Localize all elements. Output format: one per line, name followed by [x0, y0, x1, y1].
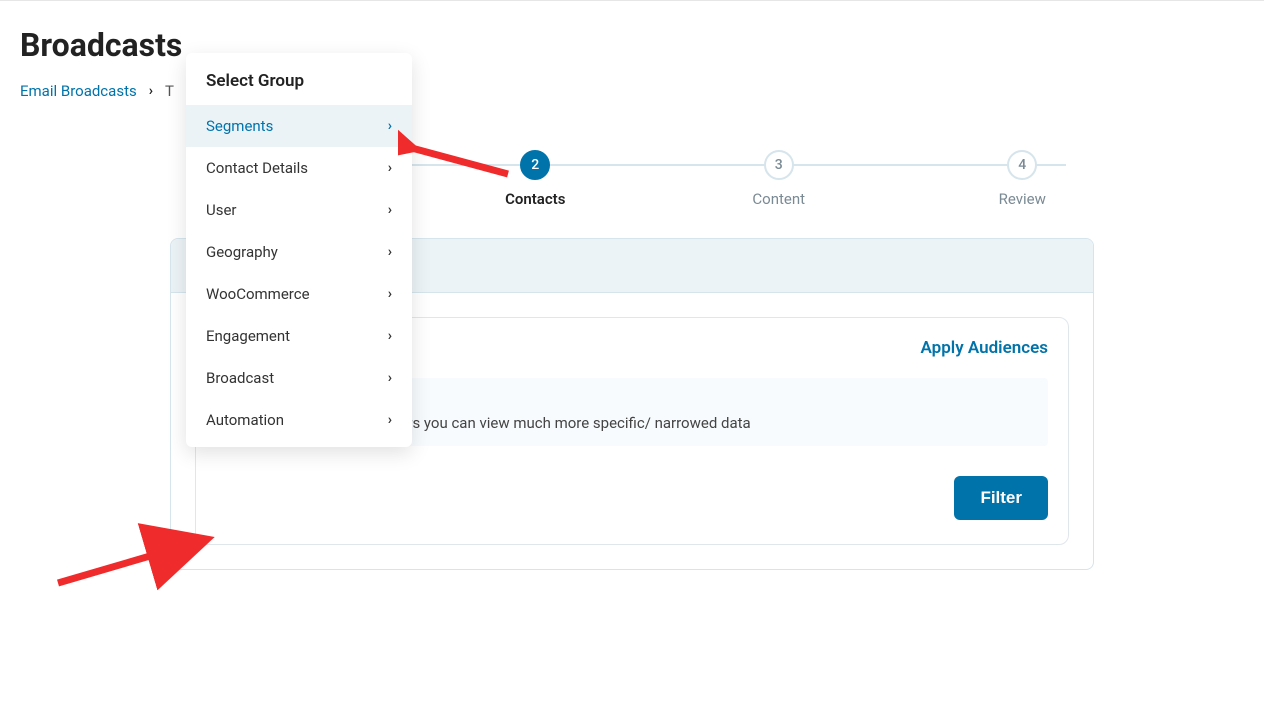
step-circle: 2	[520, 150, 550, 180]
dropdown-item-label: Segments	[206, 117, 273, 135]
dropdown-item-user[interactable]: User ›	[186, 189, 412, 231]
dropdown-item-label: Broadcast	[206, 369, 274, 387]
select-group-dropdown: Select Group Segments › Contact Details …	[186, 53, 412, 447]
dropdown-item-label: Contact Details	[206, 159, 308, 177]
step-4[interactable]: 4 Review	[901, 150, 1145, 208]
chevron-right-icon: ›	[149, 83, 153, 99]
dropdown-item-label: Engagement	[206, 327, 290, 345]
breadcrumb-root[interactable]: Email Broadcasts	[20, 82, 137, 100]
dropdown-item-segments[interactable]: Segments ›	[186, 105, 412, 147]
chevron-right-icon: ›	[388, 328, 392, 344]
dropdown-item-label: WooCommerce	[206, 285, 310, 303]
chevron-right-icon: ›	[388, 202, 392, 218]
dropdown-item-label: Automation	[206, 411, 284, 429]
chevron-right-icon: ›	[388, 286, 392, 302]
dropdown-item-label: Geography	[206, 243, 278, 261]
step-circle: 3	[764, 150, 794, 180]
chevron-right-icon: ›	[388, 244, 392, 260]
step-2[interactable]: 2 Contacts	[414, 150, 658, 208]
step-label: Contacts	[414, 190, 658, 208]
dropdown-item-automation[interactable]: Automation ›	[186, 399, 412, 441]
chevron-right-icon: ›	[388, 412, 392, 428]
chevron-right-icon: ›	[388, 118, 392, 134]
step-3[interactable]: 3 Content	[657, 150, 901, 208]
step-label: Review	[901, 190, 1145, 208]
apply-audiences-link[interactable]: Apply Audiences	[921, 338, 1048, 358]
dropdown-item-broadcast[interactable]: Broadcast ›	[186, 357, 412, 399]
dropdown-item-contact-details[interactable]: Contact Details ›	[186, 147, 412, 189]
step-circle: 4	[1007, 150, 1037, 180]
dropdown-header: Select Group	[186, 53, 412, 105]
step-label: Content	[657, 190, 901, 208]
dropdown-item-woocommerce[interactable]: WooCommerce ›	[186, 273, 412, 315]
breadcrumb-current: T	[165, 82, 174, 100]
chevron-right-icon: ›	[388, 370, 392, 386]
dropdown-item-label: User	[206, 201, 237, 219]
dropdown-item-geography[interactable]: Geography ›	[186, 231, 412, 273]
dropdown-item-engagement[interactable]: Engagement ›	[186, 315, 412, 357]
chevron-right-icon: ›	[388, 160, 392, 176]
filter-button[interactable]: Filter	[954, 476, 1048, 520]
